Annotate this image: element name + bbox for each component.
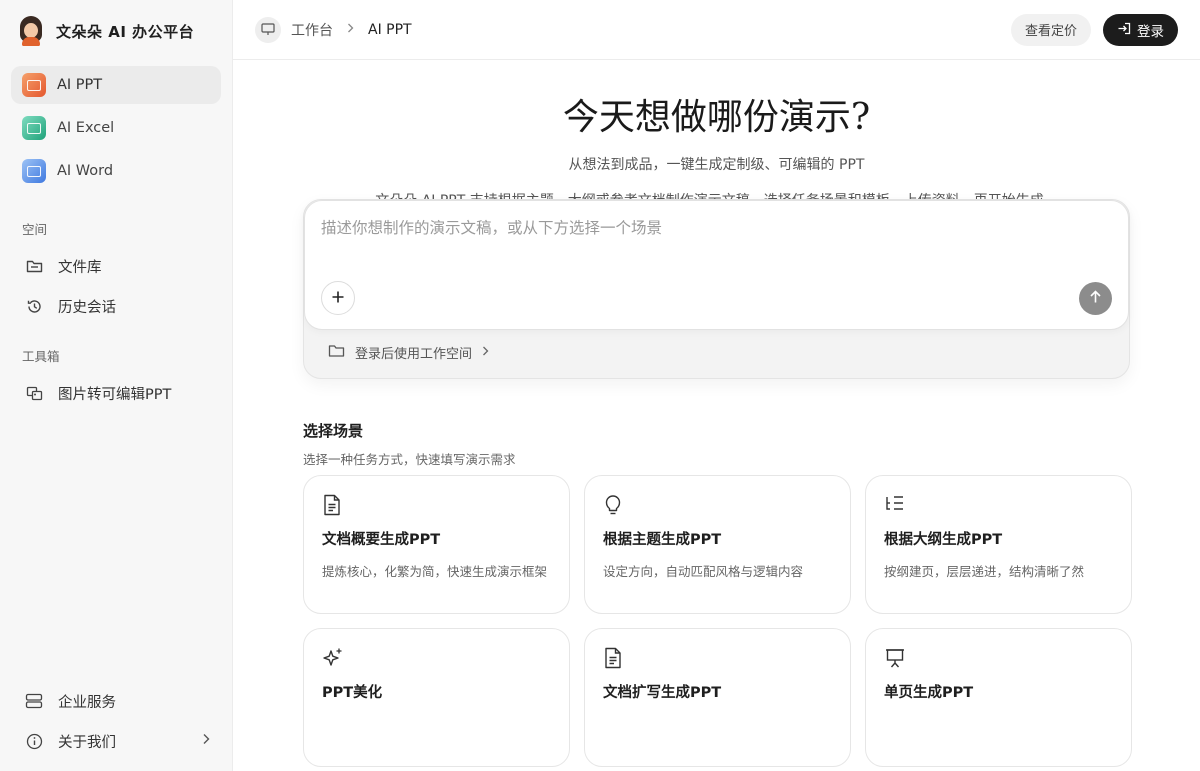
- ppt-app-icon: [22, 73, 46, 97]
- section-label-space: 空间: [22, 222, 48, 237]
- prompt-panel: 登录后使用工作空间: [303, 199, 1130, 379]
- sparkle-icon: [322, 647, 344, 669]
- presentation-icon: [884, 647, 906, 669]
- plus-icon: [331, 290, 345, 307]
- view-pricing-label: 查看定价: [1024, 23, 1077, 38]
- scene-section-title: 选择场景: [303, 422, 364, 440]
- scene-card-title: 根据主题生成PPT: [603, 532, 722, 548]
- scene-card-single-page[interactable]: 单页生成PPT: [865, 628, 1132, 767]
- breadcrumb-separator-icon: [347, 22, 354, 37]
- add-attachment-button[interactable]: [321, 281, 355, 315]
- folder-icon: [24, 256, 44, 276]
- nav-item-label: AI Excel: [57, 120, 115, 136]
- brand-avatar-icon: [18, 16, 44, 46]
- server-icon: [24, 691, 44, 711]
- section-label-tools: 工具箱: [22, 349, 60, 364]
- arrow-up-icon: [1089, 289, 1102, 308]
- nav-item-ai-excel[interactable]: AI Excel: [11, 109, 221, 147]
- sidebar-item-label: 历史会话: [58, 299, 116, 316]
- sidebar-item-image-to-ppt[interactable]: 图片转可编辑PPT: [0, 373, 232, 413]
- hero: 今天想做哪份演示? 从想法到成品，一键生成定制级、可编辑的 PPT 文朵朵 AI…: [233, 88, 1200, 215]
- scene-card-title: 文档扩写生成PPT: [603, 685, 722, 701]
- workspace-login-link[interactable]: 登录后使用工作空间: [328, 343, 489, 362]
- sidebar-item-about[interactable]: 关于我们: [0, 721, 232, 761]
- login-icon: [1117, 22, 1131, 38]
- sidebar-item-history[interactable]: 历史会话: [0, 286, 232, 326]
- scene-card-title: PPT美化: [322, 685, 383, 701]
- history-icon: [24, 296, 44, 316]
- excel-app-icon: [22, 116, 46, 140]
- brand-title: 文朵朵 AI 办公平台: [56, 22, 195, 41]
- chevron-right-icon: [482, 345, 489, 360]
- prompt-box: [304, 200, 1129, 330]
- page-title: 今天想做哪份演示?: [562, 97, 871, 138]
- brand[interactable]: 文朵朵 AI 办公平台: [0, 0, 232, 62]
- main-content: 工作台 AI PPT 查看定价 登录 今天想做哪份演示? 从想法到成品，一键生成…: [233, 0, 1200, 771]
- sidebar-item-label: 关于我们: [58, 734, 116, 751]
- app-nav: AI PPT AI Excel AI Word: [0, 62, 232, 199]
- view-pricing-button[interactable]: 查看定价: [1010, 13, 1091, 46]
- scene-card-desc: 设定方向，自动匹配风格与逻辑内容: [603, 564, 804, 579]
- scene-card-title: 单页生成PPT: [884, 685, 974, 701]
- outline-icon: [884, 494, 906, 516]
- nav-item-label: AI PPT: [57, 77, 103, 93]
- scene-card-doc-expand[interactable]: 文档扩写生成PPT: [584, 628, 851, 767]
- sidebar-item-label: 文件库: [58, 259, 102, 276]
- chevron-right-icon: [202, 733, 210, 749]
- image-convert-icon: [24, 383, 44, 403]
- nav-item-label: AI Word: [57, 163, 114, 179]
- sidebar-item-enterprise[interactable]: 企业服务: [0, 681, 232, 721]
- workspace-login-label: 登录后使用工作空间: [355, 347, 473, 362]
- presentation-icon: [255, 16, 281, 43]
- sidebar: 文朵朵 AI 办公平台 AI PPT AI Excel AI Word 空间 文…: [0, 0, 233, 771]
- folder-icon: [328, 344, 345, 362]
- breadcrumb-current: AI PPT: [368, 21, 412, 38]
- scene-card-ppt-beautify[interactable]: PPT美化: [303, 628, 570, 767]
- page-subtitle: 从想法到成品，一键生成定制级、可编辑的 PPT: [568, 157, 865, 173]
- login-button[interactable]: 登录: [1103, 13, 1178, 46]
- scene-card-topic[interactable]: 根据主题生成PPT 设定方向，自动匹配风格与逻辑内容: [584, 475, 851, 614]
- scene-header: 选择场景 选择一种任务方式，快速填写演示需求: [303, 420, 516, 468]
- scene-card-outline[interactable]: 根据大纲生成PPT 按纲建页，层层递进，结构清晰了然: [865, 475, 1132, 614]
- nav-item-ai-word[interactable]: AI Word: [11, 152, 221, 190]
- info-icon: [24, 731, 44, 751]
- prompt-input[interactable]: [321, 219, 1061, 237]
- scene-section-subtitle: 选择一种任务方式，快速填写演示需求: [303, 452, 516, 467]
- nav-item-ai-ppt[interactable]: AI PPT: [11, 66, 221, 104]
- sidebar-item-file-library[interactable]: 文件库: [0, 246, 232, 286]
- scene-card-desc: 提炼核心，化繁为简，快速生成演示框架: [322, 564, 548, 579]
- scene-card-doc-summary[interactable]: 文档概要生成PPT 提炼核心，化繁为简，快速生成演示框架: [303, 475, 570, 614]
- scene-card-title: 根据大纲生成PPT: [884, 532, 1003, 548]
- word-app-icon: [22, 159, 46, 183]
- send-button[interactable]: [1079, 282, 1112, 315]
- document-icon: [322, 494, 344, 516]
- scene-cards: 文档概要生成PPT 提炼核心，化繁为简，快速生成演示框架 根据主题生成PPT 设…: [303, 475, 1133, 767]
- topbar: 工作台 AI PPT 查看定价 登录: [233, 0, 1200, 60]
- scene-card-title: 文档概要生成PPT: [322, 532, 441, 548]
- scene-card-desc: 按纲建页，层层递进，结构清晰了然: [884, 564, 1085, 579]
- document-icon: [603, 647, 625, 669]
- sidebar-item-label: 图片转可编辑PPT: [58, 386, 172, 403]
- lightbulb-icon: [603, 494, 625, 516]
- sidebar-item-label: 企业服务: [58, 694, 116, 711]
- breadcrumb-workspace[interactable]: 工作台: [291, 20, 333, 40]
- login-label: 登录: [1137, 23, 1164, 39]
